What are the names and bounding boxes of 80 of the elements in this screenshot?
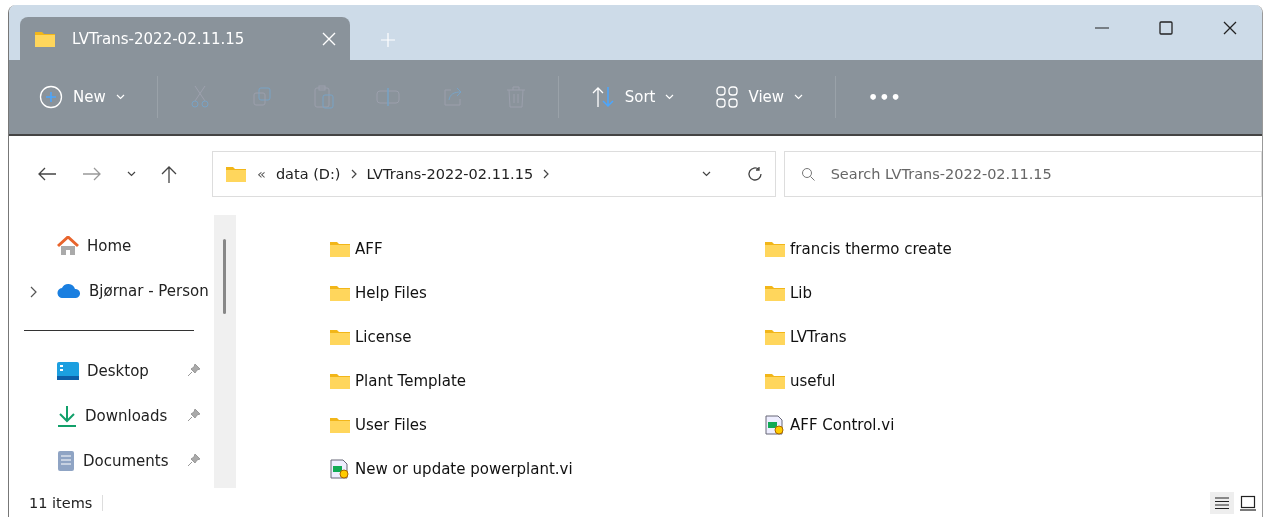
up-arrow-icon bbox=[161, 164, 177, 183]
sidebar-label: Downloads bbox=[85, 406, 168, 425]
sidebar-label: Desktop bbox=[87, 361, 149, 380]
expand-icon[interactable] bbox=[29, 286, 37, 298]
sidebar-label: Home bbox=[87, 236, 132, 255]
caret-icon bbox=[665, 94, 675, 100]
file-name[interactable]: AFF Control.vi bbox=[790, 416, 895, 434]
details-view-icon bbox=[1214, 495, 1230, 510]
address-bar[interactable]: « data (D:) LVTrans-2022-02.11.15 bbox=[212, 150, 776, 197]
sort-icon bbox=[590, 86, 615, 108]
search-field[interactable]: Search LVTrans-2022-02.11.15 bbox=[783, 150, 1262, 197]
file-name[interactable]: AFF bbox=[355, 240, 383, 258]
file-icon bbox=[764, 415, 786, 435]
file-name[interactable]: Help Files bbox=[355, 284, 427, 302]
refresh-icon[interactable] bbox=[746, 165, 763, 182]
preview-pane-icon bbox=[1240, 494, 1256, 511]
scrollbar[interactable] bbox=[214, 215, 236, 488]
search-placeholder: Search LVTrans-2022-02.11.15 bbox=[830, 165, 1052, 182]
chevron-icon[interactable] bbox=[543, 168, 550, 179]
file-name[interactable]: User Files bbox=[355, 416, 427, 434]
file-name[interactable]: LVTrans bbox=[790, 328, 847, 346]
cloud-icon bbox=[57, 283, 81, 298]
file-name[interactable]: Plant Template bbox=[355, 372, 466, 390]
file-icon bbox=[329, 459, 351, 479]
pin-icon bbox=[187, 408, 201, 422]
maximize-icon bbox=[1159, 21, 1173, 35]
folder-icon bbox=[764, 284, 786, 302]
forward-arrow-icon bbox=[82, 166, 102, 181]
grid-icon bbox=[716, 86, 739, 108]
add-icon bbox=[39, 85, 63, 109]
rename-icon bbox=[375, 87, 400, 107]
file-name[interactable]: useful bbox=[790, 372, 836, 390]
close-icon bbox=[322, 31, 336, 46]
chevron-icon[interactable] bbox=[350, 168, 357, 179]
home-icon bbox=[57, 235, 79, 256]
close-icon bbox=[1223, 21, 1237, 35]
minimize-icon bbox=[1095, 27, 1109, 29]
caret-icon bbox=[794, 94, 804, 100]
folder-icon bbox=[764, 328, 786, 346]
close-tab-button[interactable] bbox=[322, 31, 336, 46]
item-count: 11 items bbox=[29, 494, 104, 511]
file-name[interactable]: Lib bbox=[790, 284, 813, 302]
folder-icon bbox=[764, 240, 786, 258]
folder-icon bbox=[329, 372, 351, 390]
sidebar-item[interactable]: Downloads bbox=[9, 393, 214, 438]
folder-icon bbox=[329, 284, 351, 302]
folder-icon bbox=[329, 416, 351, 434]
copy-icon bbox=[251, 87, 272, 107]
folder-icon bbox=[34, 29, 56, 48]
file-name[interactable]: francis thermo create bbox=[790, 240, 952, 258]
folder-icon bbox=[329, 240, 351, 258]
sidebar-item[interactable]: Home bbox=[9, 223, 214, 268]
tab-title: LVTrans-2022-02.11.15 bbox=[72, 29, 246, 48]
breadcrumb[interactable]: LVTrans-2022-02.11.15 bbox=[366, 165, 534, 182]
caret-icon bbox=[701, 170, 711, 177]
pin-icon bbox=[187, 363, 201, 377]
desktop-icon bbox=[57, 361, 79, 380]
folder-icon bbox=[329, 328, 351, 346]
share-icon bbox=[441, 87, 464, 107]
search-icon bbox=[800, 166, 815, 181]
folder-icon bbox=[764, 372, 786, 390]
pin-icon bbox=[187, 453, 201, 467]
file-name[interactable]: License bbox=[355, 328, 412, 346]
back-arrow-icon bbox=[37, 166, 57, 181]
cut-icon bbox=[189, 85, 210, 109]
sidebar-label: Bjørnar - Person bbox=[89, 281, 209, 300]
caret-icon bbox=[115, 94, 125, 100]
document-icon bbox=[57, 449, 75, 472]
sidebar-label: Documents bbox=[83, 451, 169, 470]
clipboard-icon bbox=[313, 85, 334, 109]
caret-icon bbox=[127, 170, 136, 177]
overflow-chevron[interactable]: « bbox=[257, 165, 266, 182]
sidebar-item[interactable]: Bjørnar - Person bbox=[9, 268, 214, 313]
sidebar-item[interactable]: Documents bbox=[9, 438, 214, 483]
view-toggle[interactable] bbox=[1210, 491, 1234, 514]
breadcrumb[interactable]: data (D:) bbox=[275, 165, 341, 182]
download-icon bbox=[57, 404, 77, 427]
file-name[interactable]: New or update powerplant.vi bbox=[355, 460, 573, 478]
folder-icon bbox=[225, 164, 247, 183]
sidebar-item[interactable]: Desktop bbox=[9, 348, 214, 393]
